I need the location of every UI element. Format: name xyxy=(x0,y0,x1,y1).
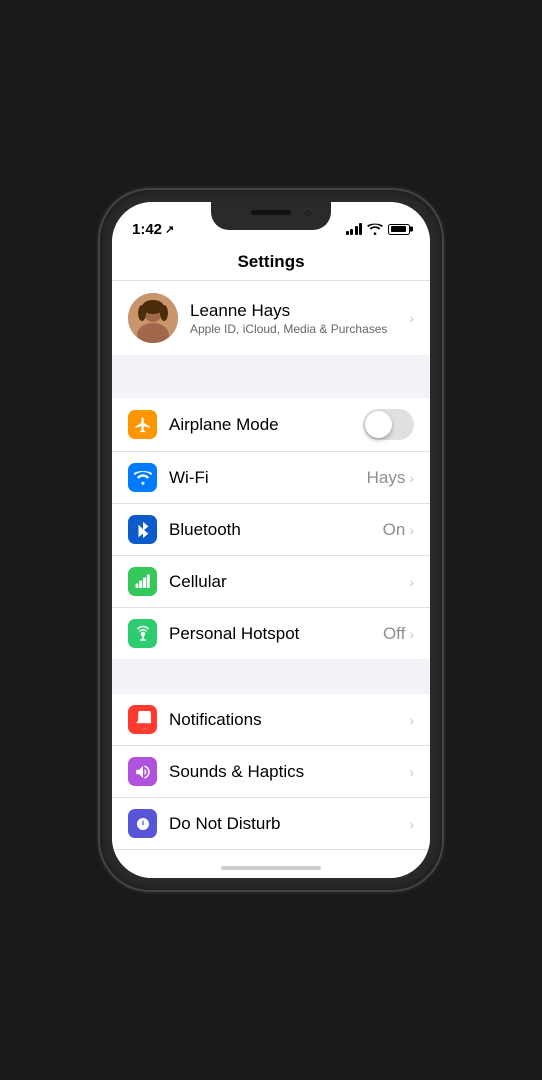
settings-content[interactable]: Leanne Hays Apple ID, iCloud, Media & Pu… xyxy=(112,281,430,858)
hotspot-chevron: › xyxy=(409,626,414,642)
airplane-mode-label: Airplane Mode xyxy=(169,415,363,435)
connectivity-group: Airplane Mode Wi-Fi Hays xyxy=(112,398,430,659)
bluetooth-label: Bluetooth xyxy=(169,520,383,540)
system-group: Notifications › Sounds & Haptics › xyxy=(112,694,430,858)
home-bar xyxy=(221,866,321,870)
section-gap-1 xyxy=(112,363,430,398)
settings-item-sounds[interactable]: Sounds & Haptics › xyxy=(112,746,430,798)
speaker xyxy=(251,210,291,215)
notch xyxy=(211,202,331,230)
location-icon: ↗ xyxy=(165,223,174,236)
wifi-settings-icon xyxy=(128,463,157,492)
sounds-icon xyxy=(128,757,157,786)
settings-item-personal-hotspot[interactable]: Personal Hotspot Off › xyxy=(112,608,430,659)
navigation-bar: Settings xyxy=(112,246,430,281)
section-gap-2 xyxy=(112,659,430,694)
home-indicator[interactable] xyxy=(112,858,430,878)
airplane-mode-icon xyxy=(128,410,157,439)
do-not-disturb-icon xyxy=(128,809,157,838)
phone-screen: 1:42 ↗ xyxy=(112,202,430,878)
status-time: 1:42 ↗ xyxy=(132,221,174,238)
profile-name: Leanne Hays xyxy=(190,301,387,321)
settings-item-cellular[interactable]: Cellular › xyxy=(112,556,430,608)
status-icons xyxy=(346,223,411,235)
settings-item-screen-time[interactable]: Screen Time › xyxy=(112,850,430,858)
sounds-chevron: › xyxy=(409,764,414,780)
do-not-disturb-chevron: › xyxy=(409,816,414,832)
phone-frame: 1:42 ↗ xyxy=(100,190,442,890)
avatar xyxy=(128,293,178,343)
cellular-chevron: › xyxy=(409,574,414,590)
bluetooth-icon xyxy=(128,515,157,544)
settings-item-bluetooth[interactable]: Bluetooth On › xyxy=(112,504,430,556)
cellular-label: Cellular xyxy=(169,572,409,592)
wifi-value: Hays xyxy=(367,468,406,488)
settings-item-do-not-disturb[interactable]: Do Not Disturb › xyxy=(112,798,430,850)
wifi-icon xyxy=(367,223,383,235)
front-camera xyxy=(303,208,313,218)
do-not-disturb-label: Do Not Disturb xyxy=(169,814,409,834)
wifi-chevron: › xyxy=(409,470,414,486)
profile-row[interactable]: Leanne Hays Apple ID, iCloud, Media & Pu… xyxy=(112,281,430,355)
hotspot-icon xyxy=(128,619,157,648)
settings-item-wifi[interactable]: Wi-Fi Hays › xyxy=(112,452,430,504)
hotspot-value: Off xyxy=(383,624,405,644)
notifications-chevron: › xyxy=(409,712,414,728)
bluetooth-chevron: › xyxy=(409,522,414,538)
cellular-icon xyxy=(128,567,157,596)
settings-item-notifications[interactable]: Notifications › xyxy=(112,694,430,746)
sounds-label: Sounds & Haptics xyxy=(169,762,409,782)
wifi-label: Wi-Fi xyxy=(169,468,367,488)
airplane-mode-toggle[interactable] xyxy=(363,409,414,440)
bluetooth-value: On xyxy=(383,520,406,540)
signal-icon xyxy=(346,223,363,235)
battery-icon xyxy=(388,224,410,235)
profile-subtitle: Apple ID, iCloud, Media & Purchases xyxy=(190,322,387,336)
profile-chevron: › xyxy=(409,310,414,326)
settings-item-airplane-mode[interactable]: Airplane Mode xyxy=(112,398,430,452)
notifications-icon xyxy=(128,705,157,734)
hotspot-label: Personal Hotspot xyxy=(169,624,383,644)
notifications-label: Notifications xyxy=(169,710,409,730)
page-title: Settings xyxy=(237,252,304,271)
